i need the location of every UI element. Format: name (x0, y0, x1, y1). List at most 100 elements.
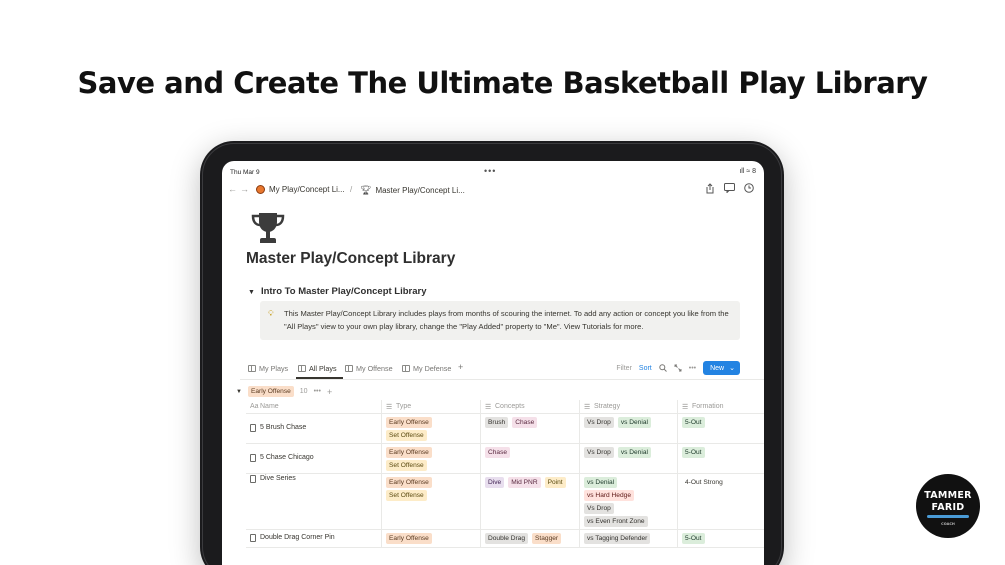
list-property-icon: ☰ (386, 404, 393, 411)
tab-my-defense[interactable]: My Defense (402, 364, 451, 373)
row-type-cell[interactable]: Early Offense Set Offense (381, 444, 480, 473)
column-name-label: Name (260, 403, 279, 410)
multitask-dots[interactable]: ••• (484, 166, 496, 176)
comments-icon[interactable] (724, 183, 735, 193)
filter-button[interactable]: Filter (616, 365, 632, 372)
basketball-icon (256, 185, 265, 194)
tag: Dive (485, 477, 505, 488)
intro-toggle-label: Intro To Master Play/Concept Library (260, 286, 427, 297)
share-icon[interactable] (705, 183, 715, 194)
tag: Vs Drop (584, 417, 614, 428)
tag: vs Denial (617, 417, 651, 428)
column-concepts[interactable]: ☰ Concepts (480, 400, 579, 413)
column-name[interactable]: Aa Name (246, 400, 381, 413)
forward-arrow-icon[interactable]: → (240, 184, 249, 194)
row-name-cell[interactable]: Dive Series (246, 474, 381, 529)
tag: vs Hard Hedge (584, 490, 634, 501)
group-toggle-icon[interactable]: ▼ (236, 389, 242, 395)
row-strategy-cell[interactable]: Vs Drop vs Denial (579, 414, 677, 443)
tag: vs Even Front Zone (584, 516, 648, 527)
table-icon (248, 365, 256, 372)
intro-callout: 💡︎ This Master Play/Concept Library incl… (260, 301, 740, 340)
tab-all-plays-label: All Plays (309, 364, 337, 373)
row-strategy-cell[interactable]: vs Tagging Defender (579, 530, 677, 547)
list-property-icon: ☰ (584, 404, 591, 411)
row-formation-cell[interactable]: 5-Out (677, 444, 764, 473)
row-name-cell[interactable]: 5 Brush Chase (246, 414, 381, 443)
tag: Chase (485, 447, 511, 458)
tag: Early Offense (386, 533, 432, 544)
new-button[interactable]: New ⌄ (703, 361, 740, 375)
group-header[interactable]: ▼ Early Offense 10 ••• + (236, 386, 332, 397)
tammer-farid-logo: TAMMER FARID COACH (916, 474, 980, 538)
trophy-page-icon[interactable] (248, 208, 288, 248)
row-concepts-cell[interactable]: Brush Chase (480, 414, 579, 443)
row-name-cell[interactable]: 5 Chase Chicago (246, 444, 381, 473)
tag: Vs Drop (584, 503, 614, 514)
row-concepts-cell[interactable]: Dive Mid PNR Point (480, 474, 579, 529)
headline: Save and Create The Ultimate Basketball … (77, 66, 928, 100)
intro-toggle[interactable]: ▼ Intro To Master Play/Concept Library (248, 286, 427, 297)
tag: Early Offense (386, 447, 432, 458)
row-formation-cell[interactable]: 4-Out Strong (677, 474, 764, 529)
tab-all-plays[interactable]: All Plays (298, 364, 337, 373)
search-icon[interactable] (659, 364, 667, 372)
logo-bar (927, 515, 969, 518)
column-type[interactable]: ☰ Type (381, 400, 480, 413)
group-more-icon[interactable]: ••• (314, 388, 321, 395)
tabs-divider (240, 379, 764, 380)
table-row[interactable]: Dive Series Early Offense Set Offense Div… (246, 474, 764, 530)
chevron-down-icon[interactable]: ⌄ (729, 364, 735, 372)
tab-my-plays[interactable]: My Plays (248, 364, 288, 373)
column-strategy[interactable]: ☰ Strategy (579, 400, 677, 413)
row-strategy-cell[interactable]: Vs Drop vs Denial (579, 444, 677, 473)
row-type-cell[interactable]: Early Offense Set Offense (381, 414, 480, 443)
row-formation-cell[interactable]: 5-Out (677, 530, 764, 547)
page-icon (250, 533, 256, 542)
status-bar: Thu Mar 9 ••• ıll ≈ 8 (222, 161, 764, 183)
row-type-cell[interactable]: Early Offense (381, 530, 480, 547)
trophy-icon: 🏆︎ (360, 185, 372, 195)
history-icon[interactable] (744, 183, 754, 193)
group-add-icon[interactable]: + (327, 387, 332, 397)
tag: Stagger (532, 533, 562, 544)
add-view-button[interactable]: + (458, 362, 463, 372)
tag: Set Offense (386, 490, 427, 501)
row-name: Double Drag Corner Pin (260, 534, 335, 541)
column-formation-label: Formation (692, 403, 724, 410)
row-type-cell[interactable]: Early Offense Set Offense (381, 474, 480, 529)
breadcrumb-parent[interactable]: My Play/Concept Li... (256, 185, 345, 194)
row-strategy-cell[interactable]: vs Denial vs Hard Hedge Vs Drop vs Even Fro… (579, 474, 677, 529)
column-formation[interactable]: ☰ Formation (677, 400, 764, 413)
tag: 4-Out Strong (685, 479, 723, 486)
logo-line-3: COACH (941, 522, 955, 526)
tag: vs Tagging Defender (584, 533, 651, 544)
tab-my-offense-label: My Offense (356, 364, 393, 373)
table-row[interactable]: Double Drag Corner Pin Early Offense Dou… (246, 530, 764, 548)
table-row[interactable]: 5 Brush Chase Early Offense Set Offense B… (246, 414, 764, 444)
nav-bar: ← → My Play/Concept Li... / 🏆︎ Master Pl… (222, 183, 764, 199)
sort-button[interactable]: Sort (639, 365, 652, 372)
tag: Mid PNR (508, 477, 541, 488)
row-name: 5 Chase Chicago (260, 454, 314, 461)
breadcrumb-current[interactable]: 🏆︎ Master Play/Concept Li... (360, 185, 465, 196)
tablet-frame: Thu Mar 9 ••• ıll ≈ 8 ← → My Play/Concep… (200, 141, 784, 565)
new-button-label: New (710, 364, 725, 372)
tab-my-offense[interactable]: My Offense (345, 364, 393, 373)
tag: Early Offense (386, 417, 432, 428)
table-row[interactable]: 5 Chase Chicago Early Offense Set Offense… (246, 444, 764, 474)
row-name-cell[interactable]: Double Drag Corner Pin (246, 530, 381, 547)
tag: vs Denial (617, 447, 651, 458)
column-type-label: Type (396, 403, 412, 410)
row-name: 5 Brush Chase (260, 424, 307, 431)
text-property-icon: Aa (250, 403, 259, 410)
expand-icon[interactable] (674, 364, 682, 372)
tag: 5-Out (682, 447, 705, 458)
row-formation-cell[interactable]: 5-Out (677, 414, 764, 443)
breadcrumb-parent-label: My Play/Concept Li... (269, 185, 345, 194)
back-arrow-icon[interactable]: ← (228, 184, 237, 194)
row-concepts-cell[interactable]: Chase (480, 444, 579, 473)
tag: Chase (512, 417, 538, 428)
more-options-icon[interactable]: ••• (689, 365, 696, 372)
row-concepts-cell[interactable]: Double Drag Stagger (480, 530, 579, 547)
